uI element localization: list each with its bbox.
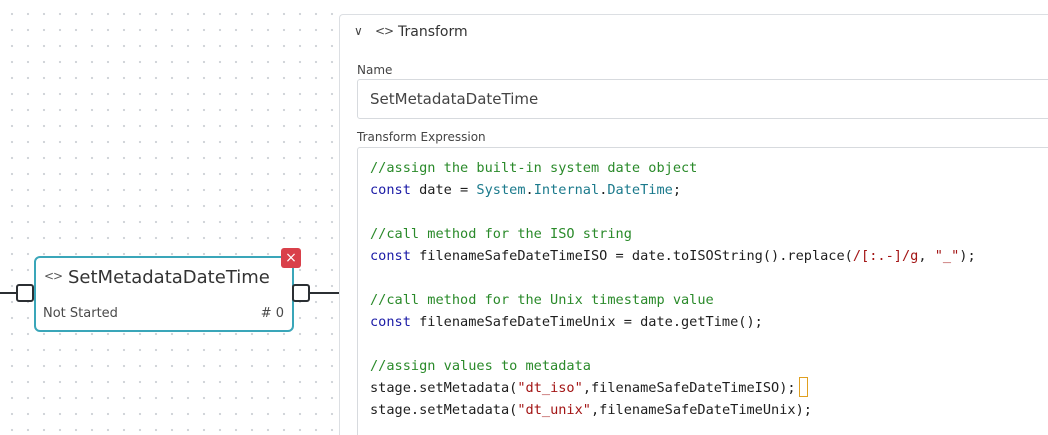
name-label: Name xyxy=(357,63,393,77)
panel-title: Transform xyxy=(398,24,468,40)
properties-panel: ∨ <> Transform Name SetMetadataDateTime … xyxy=(339,14,1048,435)
transform-expression-editor[interactable]: //assign the built-in system date object… xyxy=(357,147,1048,435)
code-line: const date = System.Internal.DateTime; xyxy=(370,182,682,198)
code-icon: <> xyxy=(375,24,394,38)
expression-label: Transform Expression xyxy=(357,130,486,144)
node-status: Not Started xyxy=(43,306,118,321)
output-port[interactable] xyxy=(292,284,310,302)
transform-node[interactable]: <> SetMetadataDateTime Not Started # 0 xyxy=(34,256,294,332)
workflow-canvas[interactable] xyxy=(0,0,340,435)
code-line: const filenameSafeDateTimeISO = date.toI… xyxy=(370,248,976,264)
node-title: SetMetadataDateTime xyxy=(68,267,270,288)
code-line: //call method for the Unix timestamp val… xyxy=(370,292,714,308)
code-line: const filenameSafeDateTimeUnix = date.ge… xyxy=(370,314,763,330)
node-count: # 0 xyxy=(260,306,284,321)
input-port[interactable] xyxy=(16,284,34,302)
code-line: //assign the built-in system date object xyxy=(370,160,698,176)
delete-node-button[interactable]: × xyxy=(281,248,301,268)
code-line: stage.setMetadata("dt_unix",filenameSafe… xyxy=(370,402,812,418)
code-icon: <> xyxy=(44,269,63,283)
code-line: //call method for the ISO string xyxy=(370,226,632,242)
outgoing-connection xyxy=(309,292,340,294)
close-icon: × xyxy=(285,250,297,266)
name-input[interactable]: SetMetadataDateTime xyxy=(357,79,1048,119)
text-cursor xyxy=(798,377,808,397)
code-line: stage.setMetadata("dt_iso",filenameSafeD… xyxy=(370,377,1044,399)
code-line: //assign values to metadata xyxy=(370,358,591,374)
chevron-down-icon[interactable]: ∨ xyxy=(354,24,363,38)
panel-header[interactable]: ∨ <> Transform xyxy=(340,15,1048,49)
